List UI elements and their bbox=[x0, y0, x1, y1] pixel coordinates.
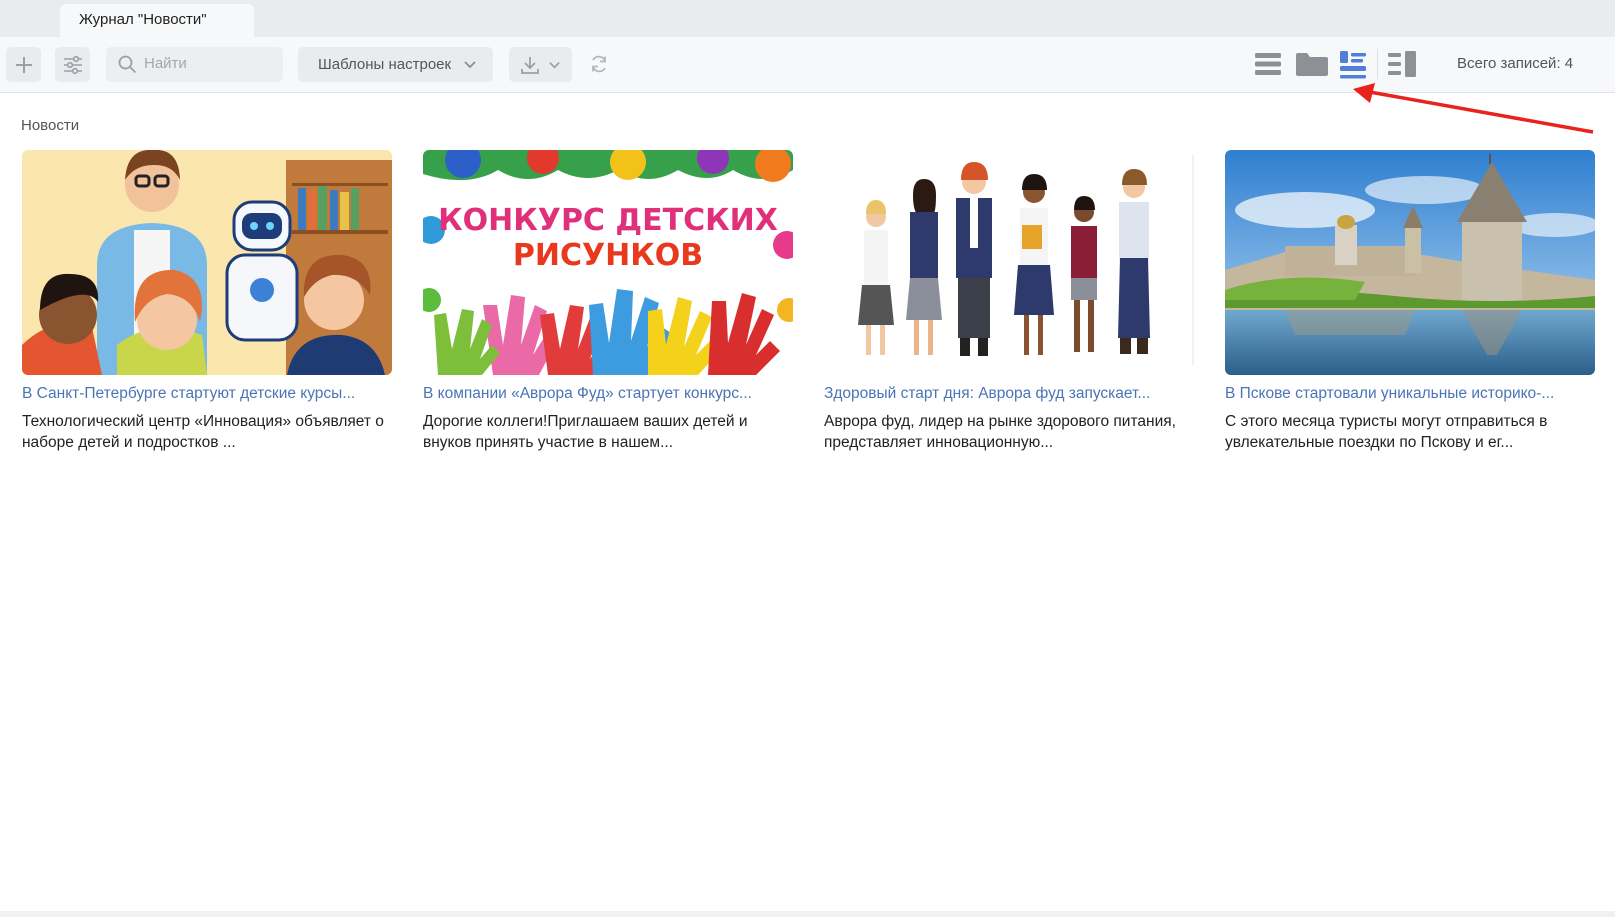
plus-icon bbox=[15, 56, 32, 73]
filter-settings-icon bbox=[63, 55, 82, 74]
download-icon bbox=[521, 56, 539, 74]
search-icon bbox=[118, 55, 137, 74]
folder-view-icon[interactable] bbox=[1295, 51, 1329, 77]
tab-bar: Журнал "Новости" bbox=[0, 0, 1615, 37]
news-card[interactable]: В Пскове стартовали уникальные историко-… bbox=[1225, 150, 1595, 453]
annotation-arrow bbox=[1353, 83, 1594, 134]
news-image-drawing-contest[interactable]: КОНКУРС ДЕТСКИХ РИСУНКОВ bbox=[423, 150, 793, 375]
filter-settings-button[interactable] bbox=[55, 47, 90, 82]
chevron-down-icon bbox=[549, 62, 560, 69]
settings-templates-dropdown[interactable]: Шаблоны настроек bbox=[298, 47, 493, 82]
contest-text-line2: РИСУНКОВ bbox=[513, 238, 703, 273]
news-image-teacher-kids[interactable] bbox=[22, 150, 392, 375]
search-input[interactable] bbox=[144, 55, 274, 72]
bottom-edge bbox=[0, 911, 1615, 917]
tab-journal-news[interactable]: Журнал "Новости" bbox=[60, 4, 254, 37]
news-card-title[interactable]: В компании «Аврора Фуд» стартует конкурс… bbox=[423, 385, 793, 403]
split-view-icon[interactable] bbox=[1388, 51, 1416, 77]
contest-text-line1: КОНКУРС ДЕТСКИХ bbox=[438, 203, 778, 238]
news-card-title[interactable]: В Санкт-Петербурге стартуют детские курс… bbox=[22, 385, 392, 403]
news-card-description: Дорогие коллеги!Приглашаем ваших детей и… bbox=[423, 413, 748, 451]
news-image-pskov-kremlin[interactable] bbox=[1225, 150, 1595, 375]
news-card-description: Технологический центр «Инновация» объявл… bbox=[22, 413, 384, 451]
news-card-description: Аврора фуд, лидер на рынке здорового пит… bbox=[824, 413, 1176, 451]
news-card-title[interactable]: В Пскове стартовали уникальные историко-… bbox=[1225, 385, 1595, 403]
news-card-description: С этого месяца туристы могут отправиться… bbox=[1225, 413, 1548, 451]
news-image-schoolchildren[interactable] bbox=[824, 150, 1194, 375]
news-card[interactable]: КОНКУРС ДЕТСКИХ РИСУНКОВ В компании «Авр… bbox=[423, 150, 793, 453]
news-card-title[interactable]: Здоровый старт дня: Аврора фуд запускает… bbox=[824, 385, 1194, 403]
group-title: Новости bbox=[21, 117, 80, 134]
export-dropdown[interactable] bbox=[509, 47, 572, 82]
settings-templates-label: Шаблоны настроек bbox=[318, 56, 452, 73]
chevron-down-icon bbox=[464, 61, 476, 69]
news-card[interactable]: В Санкт-Петербурге стартуют детские курс… bbox=[22, 150, 392, 453]
total-records: Всего записей: 4 bbox=[1457, 55, 1574, 72]
view-divider bbox=[1377, 49, 1378, 79]
list-view-icon[interactable] bbox=[1255, 51, 1281, 77]
news-card[interactable]: Здоровый старт дня: Аврора фуд запускает… bbox=[824, 150, 1194, 453]
add-button[interactable] bbox=[6, 47, 41, 82]
cards-view-icon[interactable] bbox=[1340, 51, 1366, 79]
search-field[interactable] bbox=[106, 47, 283, 82]
refresh-icon[interactable] bbox=[589, 54, 609, 74]
